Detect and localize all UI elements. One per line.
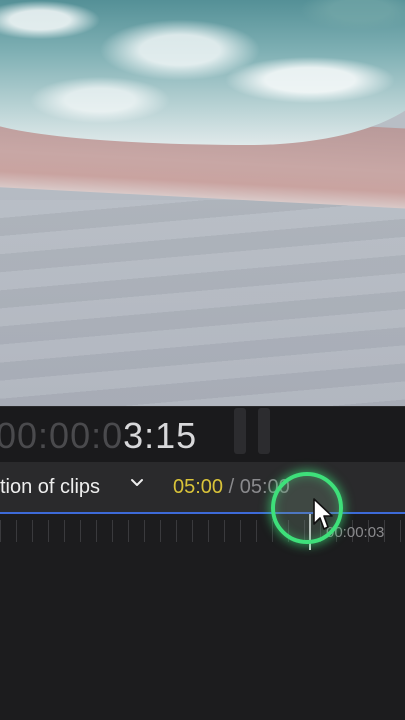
clip-title[interactable]: tion of clips bbox=[0, 476, 100, 499]
chevron-down-icon[interactable] bbox=[130, 478, 144, 488]
duration-current: 05:00 bbox=[173, 476, 224, 498]
mouse-pointer-icon bbox=[313, 498, 333, 530]
timecode-bar: 00:00:03:15 bbox=[0, 406, 405, 463]
duration-separator: / bbox=[223, 476, 240, 498]
sand-texture bbox=[0, 200, 405, 406]
playhead-timecode: 00:00:03:15 bbox=[0, 415, 197, 457]
shoreline-pebbles bbox=[0, 180, 405, 196]
timeline-area[interactable] bbox=[0, 514, 405, 720]
timecode-value: 3:15 bbox=[123, 415, 198, 456]
video-preview[interactable] bbox=[0, 0, 405, 406]
pause-icon[interactable] bbox=[234, 408, 270, 454]
timecode-leading: 00:00:0 bbox=[0, 415, 124, 456]
ocean-waves bbox=[0, 0, 405, 145]
